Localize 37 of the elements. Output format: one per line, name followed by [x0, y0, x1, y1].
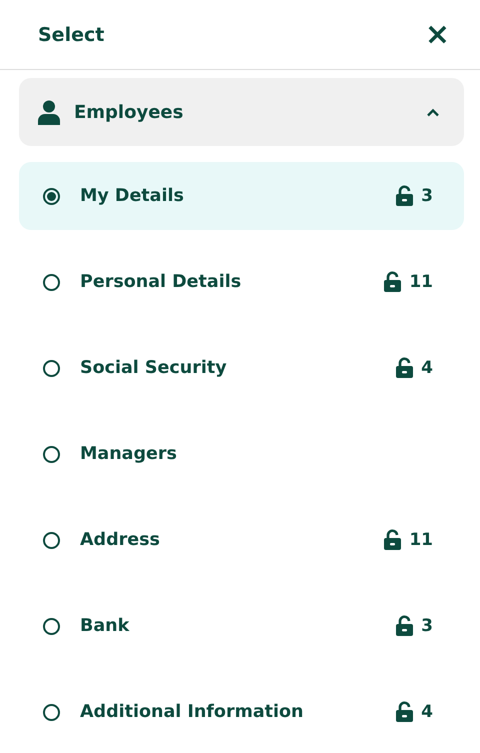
option-row[interactable]: Managers — [19, 420, 464, 488]
option-row[interactable]: Social Security 4 — [19, 334, 464, 402]
dialog-title: Select — [38, 24, 104, 46]
lock-count: 11 — [409, 272, 433, 292]
option-row[interactable]: Bank 3 — [19, 592, 464, 660]
lock-count: 11 — [409, 530, 433, 550]
radio-button[interactable] — [43, 532, 60, 548]
radio-button[interactable] — [43, 446, 60, 462]
group-header[interactable]: Employees — [19, 78, 464, 146]
option-label: Bank — [80, 616, 130, 636]
radio-button[interactable] — [43, 188, 60, 204]
option-label: My Details — [80, 186, 185, 206]
padlock-icon — [395, 615, 416, 637]
padlock-icon — [383, 529, 404, 551]
padlock-icon — [395, 357, 416, 379]
person-icon — [38, 100, 60, 124]
close-button[interactable]: × — [424, 20, 450, 50]
padlock-icon — [395, 701, 416, 723]
lock-count: 3 — [421, 186, 433, 206]
lock-count: 3 — [421, 616, 433, 636]
option-row[interactable]: Additional Information 4 — [19, 678, 464, 746]
option-label: Managers — [80, 444, 178, 464]
option-label: Additional Information — [80, 702, 304, 722]
option-label: Personal Details — [80, 272, 242, 292]
option-row[interactable]: Personal Details 11 — [19, 248, 464, 316]
radio-button[interactable] — [43, 618, 60, 634]
lock-count: 4 — [421, 702, 433, 722]
radio-button[interactable] — [43, 704, 60, 720]
padlock-icon — [383, 271, 404, 293]
option-row[interactable]: Address 11 — [19, 506, 464, 574]
option-row[interactable]: My Details 3 — [19, 162, 464, 230]
radio-button[interactable] — [43, 274, 60, 290]
padlock-icon — [395, 185, 416, 207]
lock-count: 4 — [421, 358, 433, 378]
radio-button[interactable] — [43, 360, 60, 376]
option-label: Social Security — [80, 358, 228, 378]
option-label: Address — [80, 530, 161, 550]
